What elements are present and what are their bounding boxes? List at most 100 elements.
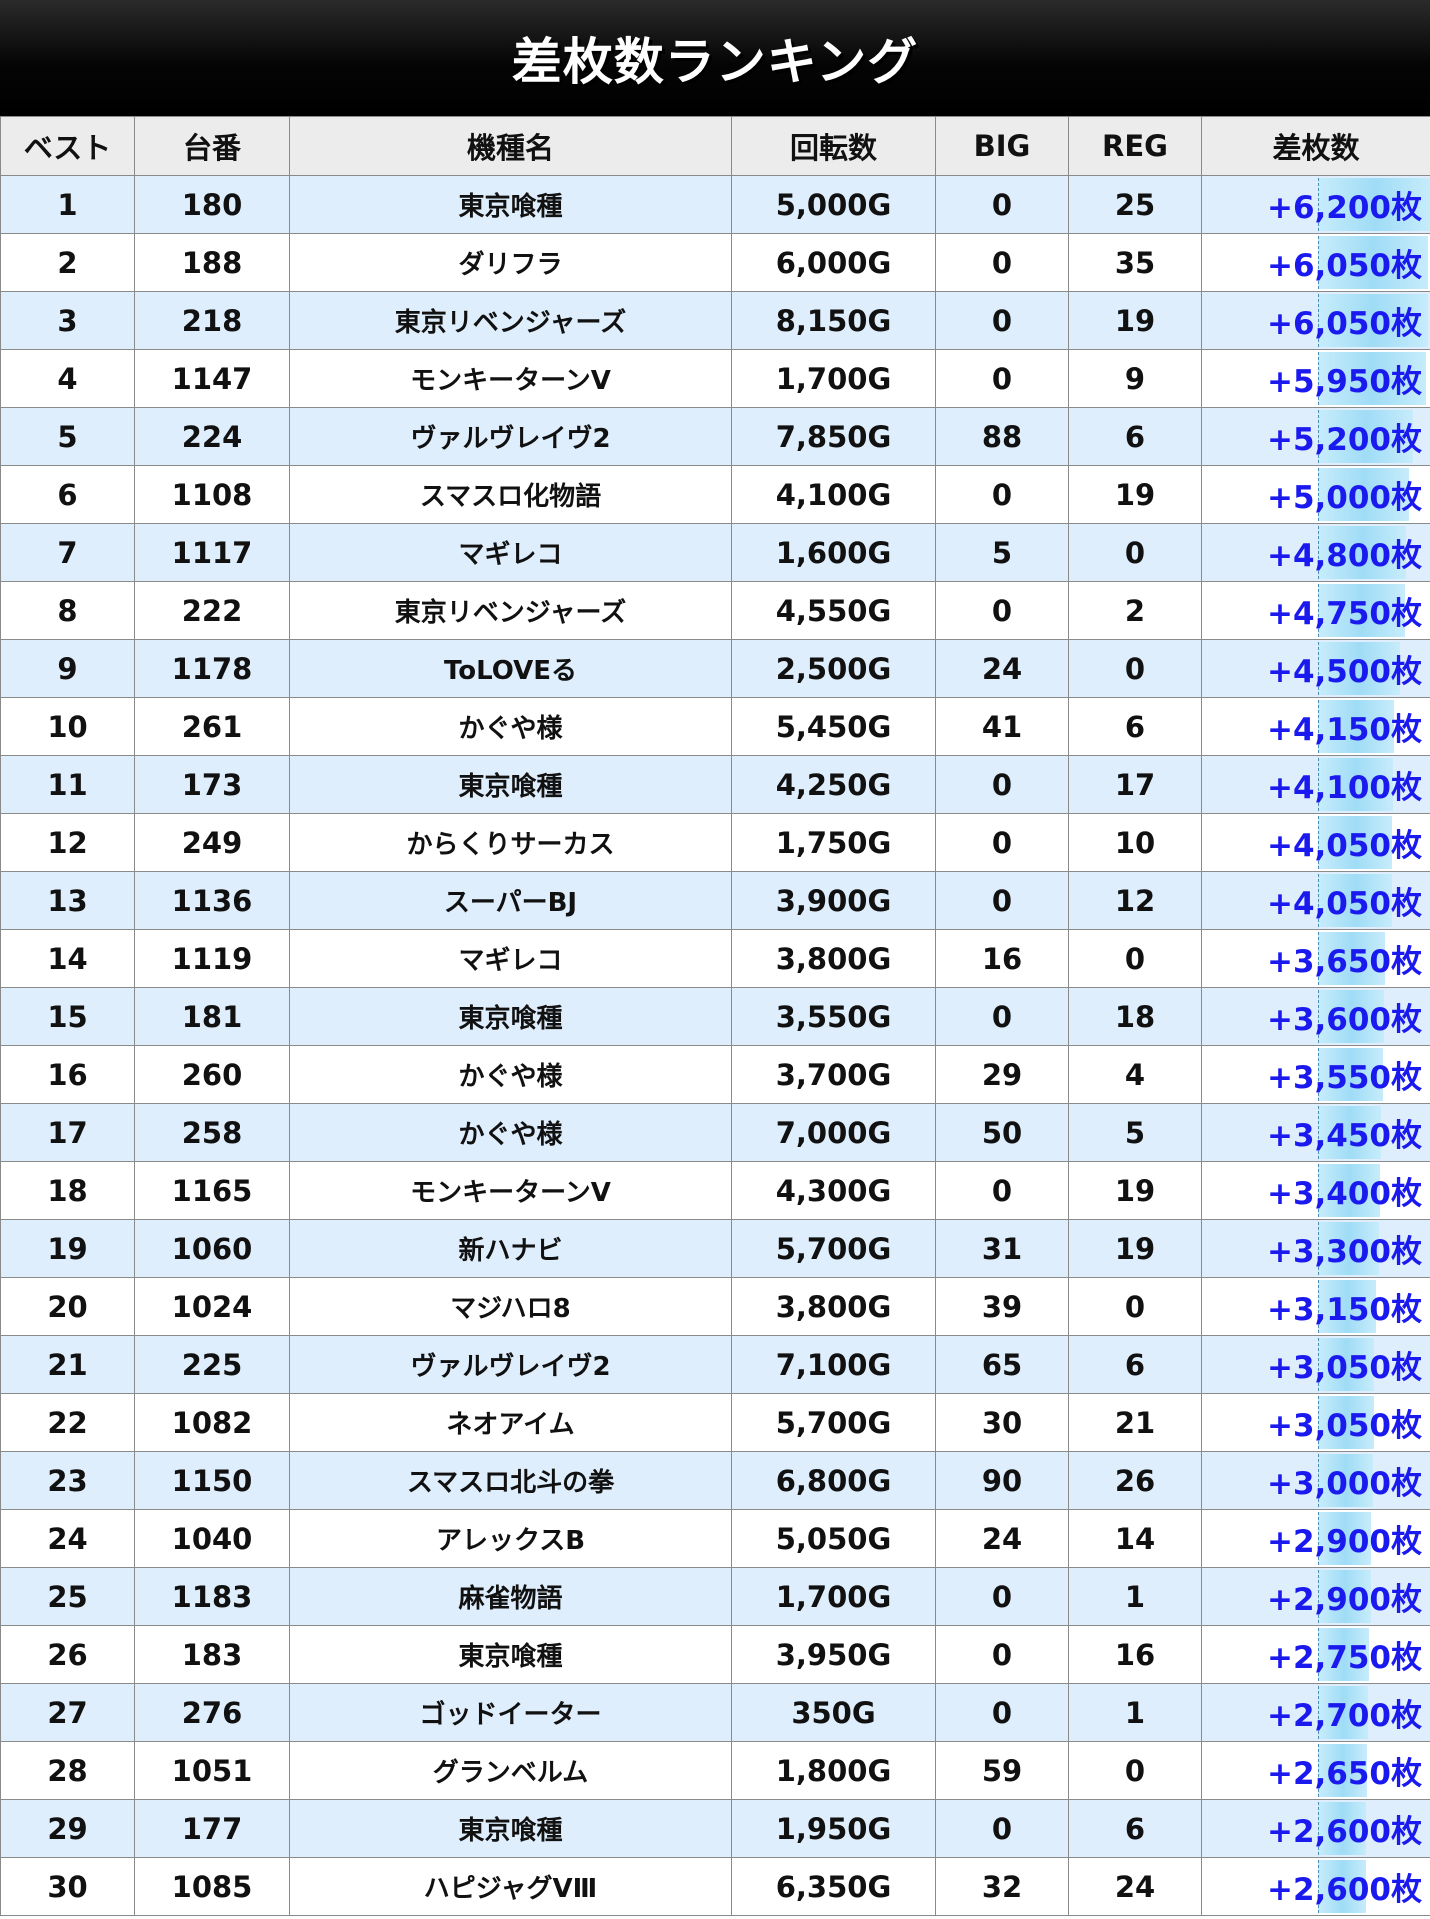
reg-count-cell: 14 (1068, 1509, 1202, 1568)
rank-cell: 4 (0, 349, 135, 408)
big-count-cell: 24 (935, 639, 1069, 698)
table-row: 29 177 東京喰種 1,950G 0 6 +2,600枚 (0, 1799, 1430, 1858)
table-row: 5 224 ヴァルヴレイヴ2 7,850G 88 6 +5,200枚 (0, 407, 1430, 466)
diff-cell: +5,000枚 (1201, 465, 1430, 524)
diff-value: +4,750枚 (1266, 596, 1422, 632)
machine-name-cell: モンキーターンV (289, 349, 732, 408)
reg-count-cell: 6 (1068, 697, 1202, 756)
reg-count-cell: 5 (1068, 1103, 1202, 1162)
table-row: 10 261 かぐや様 5,450G 41 6 +4,150枚 (0, 697, 1430, 756)
diff-cell: +4,050枚 (1201, 813, 1430, 872)
big-count-cell: 39 (935, 1277, 1069, 1336)
machine-name-cell: かぐや様 (289, 697, 732, 756)
diff-cell: +3,050枚 (1201, 1393, 1430, 1452)
diff-cell: +2,900枚 (1201, 1567, 1430, 1626)
machine-name-cell: グランベルム (289, 1741, 732, 1800)
rank-cell: 26 (0, 1625, 135, 1684)
reg-count-cell: 19 (1068, 291, 1202, 350)
reg-count-cell: 16 (1068, 1625, 1202, 1684)
big-count-cell: 31 (935, 1219, 1069, 1278)
diff-value: +5,000枚 (1266, 480, 1422, 516)
spins-cell: 1,700G (731, 1567, 936, 1626)
machine-name-cell: ダリフラ (289, 233, 732, 292)
big-count-cell: 59 (935, 1741, 1069, 1800)
machine-no-cell: 225 (134, 1335, 290, 1394)
big-count-cell: 0 (935, 1799, 1069, 1858)
spins-cell: 3,550G (731, 987, 936, 1046)
big-count-cell: 0 (935, 755, 1069, 814)
machine-name-cell: かぐや様 (289, 1103, 732, 1162)
table-row: 6 1108 スマスロ化物語 4,100G 0 19 +5,000枚 (0, 465, 1430, 524)
table-row: 26 183 東京喰種 3,950G 0 16 +2,750枚 (0, 1625, 1430, 1684)
machine-no-cell: 1082 (134, 1393, 290, 1452)
spins-cell: 3,950G (731, 1625, 936, 1684)
machine-no-cell: 1060 (134, 1219, 290, 1278)
machine-name-cell: マジハロ8 (289, 1277, 732, 1336)
machine-name-cell: ヴァルヴレイヴ2 (289, 1335, 732, 1394)
big-count-cell: 0 (935, 813, 1069, 872)
diff-value: +2,700枚 (1266, 1698, 1422, 1734)
reg-count-cell: 24 (1068, 1857, 1202, 1916)
machine-no-cell: 1040 (134, 1509, 290, 1568)
spins-cell: 3,800G (731, 929, 936, 988)
big-count-cell: 0 (935, 1625, 1069, 1684)
diff-value: +2,600枚 (1266, 1814, 1422, 1850)
rank-cell: 28 (0, 1741, 135, 1800)
rank-cell: 10 (0, 697, 135, 756)
ranking-page: 差枚数ランキング ベスト 台番 機種名 回転数 BIG REG 差枚数 1 180… (0, 0, 1430, 1919)
reg-count-cell: 0 (1068, 523, 1202, 582)
diff-cell: +4,750枚 (1201, 581, 1430, 640)
reg-count-cell: 35 (1068, 233, 1202, 292)
spins-cell: 6,800G (731, 1451, 936, 1510)
big-count-cell: 65 (935, 1335, 1069, 1394)
rank-cell: 21 (0, 1335, 135, 1394)
diff-value: +3,000枚 (1266, 1466, 1422, 1502)
spins-cell: 3,700G (731, 1045, 936, 1104)
spins-cell: 1,800G (731, 1741, 936, 1800)
diff-value: +2,750枚 (1266, 1640, 1422, 1676)
rank-cell: 14 (0, 929, 135, 988)
diff-value: +4,150枚 (1266, 712, 1422, 748)
big-count-cell: 50 (935, 1103, 1069, 1162)
diff-value: +3,050枚 (1266, 1350, 1422, 1386)
table-body: 1 180 東京喰種 5,000G 0 25 +6,200枚 2 188 ダリフラ 6,000G 0 3… (0, 175, 1430, 1916)
machine-name-cell: 東京喰種 (289, 755, 732, 814)
spins-cell: 5,700G (731, 1219, 936, 1278)
machine-name-cell: 東京喰種 (289, 987, 732, 1046)
column-header-machine-no: 台番 (134, 116, 290, 176)
machine-name-cell: モンキーターンV (289, 1161, 732, 1220)
diff-value: +4,050枚 (1266, 886, 1422, 922)
rank-cell: 22 (0, 1393, 135, 1452)
table-row: 14 1119 マギレコ 3,800G 16 0 +3,650枚 (0, 929, 1430, 988)
diff-cell: +6,050枚 (1201, 233, 1430, 292)
machine-no-cell: 1178 (134, 639, 290, 698)
reg-count-cell: 9 (1068, 349, 1202, 408)
rank-cell: 11 (0, 755, 135, 814)
spins-cell: 5,050G (731, 1509, 936, 1568)
column-header-reg: REG (1068, 116, 1202, 176)
spins-cell: 7,100G (731, 1335, 936, 1394)
machine-name-cell: スマスロ化物語 (289, 465, 732, 524)
spins-cell: 2,500G (731, 639, 936, 698)
diff-value: +3,300枚 (1266, 1234, 1422, 1270)
reg-count-cell: 19 (1068, 1161, 1202, 1220)
machine-no-cell: 177 (134, 1799, 290, 1858)
machine-name-cell: ゴッドイーター (289, 1683, 732, 1742)
diff-cell: +3,650枚 (1201, 929, 1430, 988)
diff-cell: +5,950枚 (1201, 349, 1430, 408)
machine-name-cell: スーパーBJ (289, 871, 732, 930)
diff-cell: +5,200枚 (1201, 407, 1430, 466)
spins-cell: 1,750G (731, 813, 936, 872)
machine-name-cell: ネオアイム (289, 1393, 732, 1452)
spins-cell: 6,350G (731, 1857, 936, 1916)
spins-cell: 1,950G (731, 1799, 936, 1858)
reg-count-cell: 17 (1068, 755, 1202, 814)
table-row: 13 1136 スーパーBJ 3,900G 0 12 +4,050枚 (0, 871, 1430, 930)
big-count-cell: 41 (935, 697, 1069, 756)
rank-cell: 7 (0, 523, 135, 582)
diff-cell: +3,600枚 (1201, 987, 1430, 1046)
big-count-cell: 30 (935, 1393, 1069, 1452)
machine-no-cell: 1183 (134, 1567, 290, 1626)
table-row: 8 222 東京リベンジャーズ 4,550G 0 2 +4,750枚 (0, 581, 1430, 640)
diff-cell: +2,700枚 (1201, 1683, 1430, 1742)
